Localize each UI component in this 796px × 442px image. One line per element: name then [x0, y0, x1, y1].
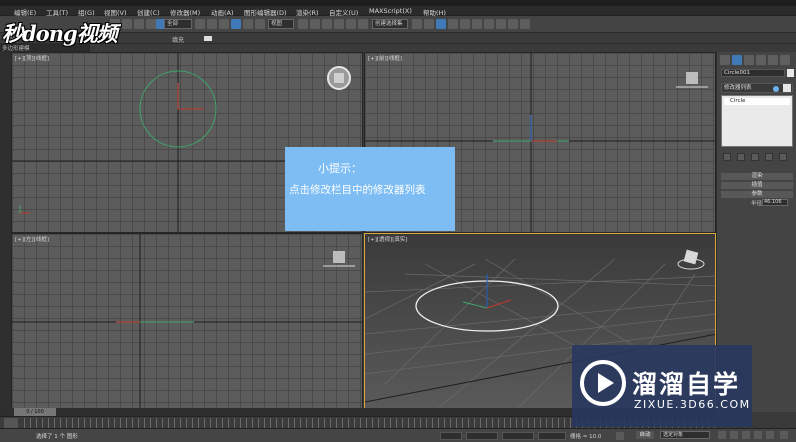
x-coordinate-field[interactable]: [466, 432, 498, 440]
reference-coordinate-dropdown[interactable]: 视图: [268, 19, 294, 29]
angle-snap-icon[interactable]: [334, 19, 344, 29]
modifier-list-label: 修改器列表: [724, 85, 752, 91]
snap-toggle-icon[interactable]: [322, 19, 332, 29]
align-icon[interactable]: [424, 19, 434, 29]
viewport-left-label[interactable]: [+][左][线框]: [15, 235, 49, 243]
chevron-down-icon[interactable]: [783, 84, 791, 92]
link-icon[interactable]: [134, 19, 144, 29]
tip-box: 小提示： 点击修改栏目中的修改器列表: [285, 147, 455, 231]
create-tab-icon[interactable]: [720, 55, 730, 65]
layer-manager-icon[interactable]: [436, 19, 446, 29]
ribbon: 建模 填充: [0, 33, 796, 44]
scale-icon[interactable]: [255, 19, 265, 29]
graphite-toggle-icon[interactable]: [448, 19, 458, 29]
pivot-icon[interactable]: [298, 19, 308, 29]
selection-status: 选择了 1 个 图形: [36, 434, 78, 440]
display-tab-icon[interactable]: [768, 55, 778, 65]
pin-icon[interactable]: [723, 153, 731, 161]
utilities-tab-icon[interactable]: [780, 55, 790, 65]
redo-icon[interactable]: [122, 19, 132, 29]
schematic-view-icon[interactable]: [472, 19, 482, 29]
stack-item-circle[interactable]: Circle: [724, 98, 790, 105]
tip-title: 小提示：: [318, 162, 362, 175]
next-frame-icon[interactable]: [754, 431, 762, 439]
command-panel-tabs: [720, 55, 795, 66]
viewport-top-label[interactable]: [+][顶][线框]: [15, 54, 49, 62]
make-unique-icon[interactable]: [751, 153, 759, 161]
auto-key-button[interactable]: 自动: [636, 431, 654, 439]
viewport-left-scene: [12, 234, 362, 409]
select-manipulate-icon[interactable]: [310, 19, 320, 29]
rollout-rendering[interactable]: 渲染: [721, 173, 793, 180]
spinner-snap-icon[interactable]: [358, 19, 368, 29]
show-end-result-icon[interactable]: [737, 153, 745, 161]
unlink-icon[interactable]: [146, 19, 156, 29]
viewport-perspective-label[interactable]: [+][透视][真实]: [368, 235, 407, 243]
rollout-interpolation[interactable]: 插值: [721, 182, 793, 189]
play-icon[interactable]: [742, 431, 750, 439]
time-slider-knob[interactable]: 0 / 100: [14, 408, 56, 416]
motion-tab-icon[interactable]: [756, 55, 766, 65]
grid-size: 栅格 = 10.0: [570, 434, 602, 440]
render-teapot-icon[interactable]: [520, 19, 530, 29]
key-filter-dropdown[interactable]: 选定对象: [660, 431, 710, 439]
zoom-extents-icon[interactable]: [780, 431, 788, 439]
modifier-stack[interactable]: Circle: [721, 95, 793, 147]
percent-snap-icon[interactable]: [346, 19, 356, 29]
lock-selection-icon[interactable]: [440, 432, 462, 440]
menu-bar: 编辑(E) 工具(T) 组(G) 视图(V) 创建(C) 修改器(M) 动画(A…: [0, 6, 796, 17]
pin-stack-icon[interactable]: [773, 86, 779, 92]
render-setup-icon[interactable]: [496, 19, 506, 29]
curve-editor-icon[interactable]: [460, 19, 470, 29]
video-logo: 秒dong视频: [2, 21, 118, 46]
select-by-name-icon[interactable]: [195, 19, 205, 29]
left-strip: [0, 52, 11, 412]
z-coordinate-field[interactable]: [538, 432, 566, 440]
configure-modifier-sets-icon[interactable]: [779, 153, 787, 161]
viewport-left[interactable]: [+][左][线框]: [11, 233, 363, 410]
hierarchy-tab-icon[interactable]: [744, 55, 754, 65]
rotate-icon[interactable]: [243, 19, 253, 29]
select-region-icon[interactable]: [207, 19, 217, 29]
named-selection-dropdown[interactable]: 创建选择集: [372, 19, 408, 29]
modifier-list-dropdown[interactable]: 修改器列表: [721, 83, 793, 93]
mirror-icon[interactable]: [412, 19, 422, 29]
object-name-field[interactable]: Circle001: [721, 69, 785, 77]
y-coordinate-field[interactable]: [502, 432, 534, 440]
selection-filter-dropdown[interactable]: 全部: [164, 19, 192, 29]
status-bar: 选择了 1 个 图形 栅格 = 10.0 自动 选定对象: [0, 428, 796, 442]
viewport-front-label[interactable]: [+][前][线框]: [368, 54, 402, 62]
play-logo-icon: [580, 360, 626, 406]
radius-input[interactable]: 46.106: [762, 199, 788, 206]
go-to-end-icon[interactable]: [766, 431, 774, 439]
menu-maxscript[interactable]: MAXScript(X): [369, 7, 412, 15]
modify-tab-icon[interactable]: [732, 55, 742, 65]
go-to-start-icon[interactable]: [718, 431, 726, 439]
tip-body: 点击修改栏目中的修改器列表: [289, 184, 426, 196]
remove-modifier-icon[interactable]: [765, 153, 773, 161]
render-frame-icon[interactable]: [508, 19, 518, 29]
mini-curve-editor-icon[interactable]: [4, 418, 18, 428]
object-color-swatch[interactable]: [787, 69, 794, 77]
rollout-parameters[interactable]: 参数: [721, 191, 793, 198]
ribbon-tab-populate[interactable]: 填充: [172, 35, 184, 44]
window-crossing-icon[interactable]: [219, 19, 229, 29]
ribbon-toggle-icon[interactable]: [204, 36, 212, 41]
watermark: 溜溜自学 ZIXUE.3D66.COM: [572, 345, 752, 427]
key-icon[interactable]: [616, 432, 624, 440]
material-editor-icon[interactable]: [484, 19, 494, 29]
watermark-title: 溜溜自学: [632, 370, 741, 399]
main-toolbar: 全部 视图 创建选择集: [0, 16, 796, 33]
watermark-url: ZIXUE.3D66.COM: [634, 398, 751, 411]
move-icon[interactable]: [231, 19, 241, 29]
previous-frame-icon[interactable]: [730, 431, 738, 439]
